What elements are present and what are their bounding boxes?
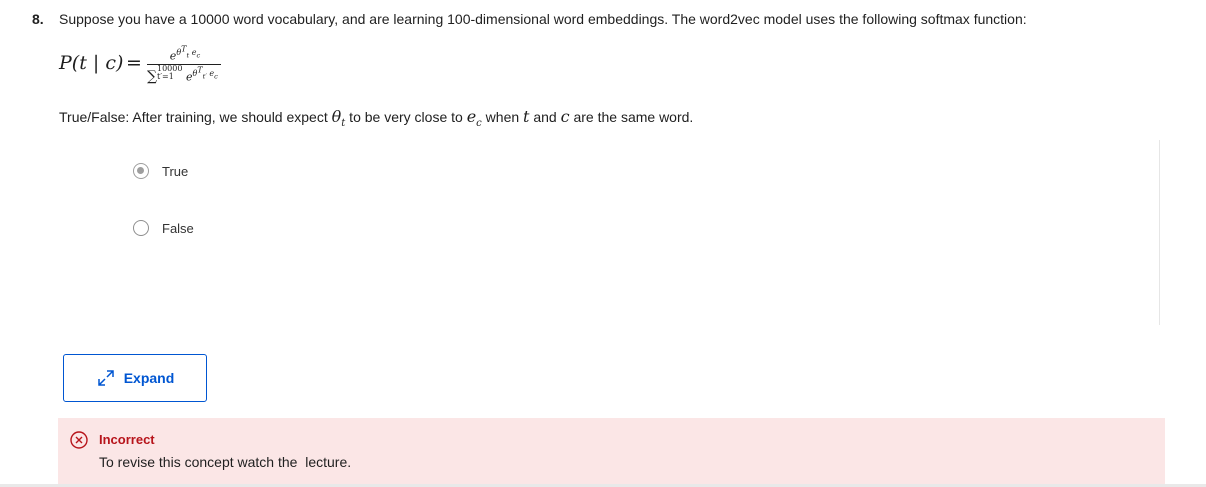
radio-true[interactable] [133,163,149,179]
question-text: Suppose you have a 10000 word vocabulary… [59,11,1027,27]
formula-numerator: eθTt ec [169,44,201,63]
radio-false[interactable] [133,220,149,236]
option-label: True [162,163,189,179]
feedback-panel: Incorrect To revise this concept watch t… [58,418,1165,484]
option-false[interactable]: False [133,218,194,238]
question-number: 8. [32,11,44,27]
formula-fraction: eθTt ec ∑10000 t′=1 eθTt′ ec [147,42,223,90]
option-label: False [162,220,194,236]
expand-label: Expand [123,370,175,386]
x-circle-icon [70,431,88,449]
formula-lhs: P(t | c) [59,52,124,74]
formula-denominator: ∑10000 t′=1 eθTt′ ec [147,64,218,85]
formula-equals: = [126,52,142,74]
expand-button[interactable]: Expand [63,354,207,402]
divider [1159,140,1160,325]
feedback-status: Incorrect [99,432,155,447]
option-true[interactable]: True [133,161,188,181]
expand-arrows-icon [97,370,114,386]
feedback-message: To revise this concept watch the lecture… [99,454,352,470]
question-statement: True/False: After training, we should ex… [59,107,694,129]
